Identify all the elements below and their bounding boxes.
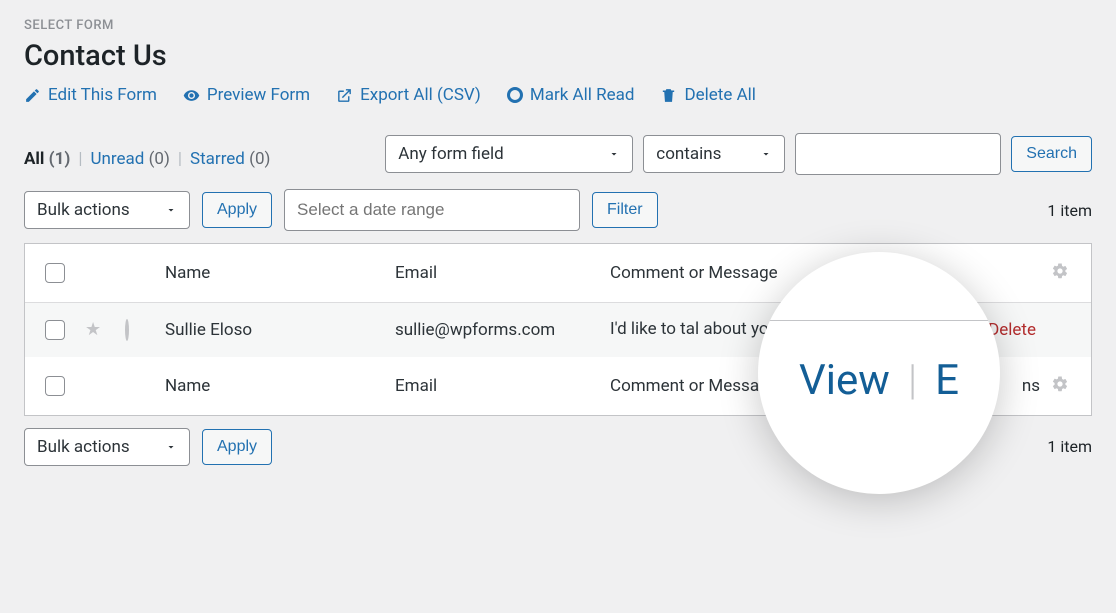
row-action-delete[interactable]: Delete: [988, 320, 1036, 340]
status-unread-count: (0): [149, 149, 170, 169]
bulk-actions-select-bottom[interactable]: Bulk actions: [24, 428, 190, 466]
magnified-view-link[interactable]: View: [799, 356, 890, 405]
page-title: Contact Us: [24, 39, 1092, 73]
cell-email: sullie@wpforms.com: [395, 320, 610, 340]
status-starred-count: (0): [249, 149, 270, 169]
star-icon[interactable]: ★: [85, 319, 101, 340]
cell-name: Sullie Eloso: [165, 320, 395, 340]
circle-icon: [507, 87, 523, 103]
action-links-bar: Edit This Form Preview Form Export All (…: [24, 85, 1092, 105]
status-unread-label: Unread: [90, 149, 144, 169]
apply-button-bottom[interactable]: Apply: [202, 429, 272, 465]
filter-button[interactable]: Filter: [592, 192, 658, 228]
chevron-down-icon: [760, 148, 772, 160]
status-unread[interactable]: Unread (0): [90, 149, 169, 169]
delete-all-link[interactable]: Delete All: [660, 85, 755, 105]
magnifier-overlay: View | E: [758, 252, 1000, 494]
edit-form-label: Edit This Form: [48, 85, 157, 105]
select-all-checkbox-bottom[interactable]: [45, 376, 65, 396]
select-all-checkbox-top[interactable]: [45, 263, 65, 283]
export-all-link[interactable]: Export All (CSV): [336, 85, 481, 105]
eye-icon: [183, 87, 200, 104]
preview-form-label: Preview Form: [207, 85, 310, 105]
date-range-input[interactable]: [284, 189, 580, 231]
bulk-actions-select-top[interactable]: Bulk actions: [24, 191, 190, 229]
gear-icon: [1051, 262, 1069, 280]
gear-icon: [1051, 375, 1069, 393]
export-icon: [336, 87, 353, 104]
field-select[interactable]: Any form field: [385, 135, 633, 173]
search-value-input[interactable]: [795, 133, 1001, 175]
items-count-bottom: 1 item: [1047, 437, 1092, 456]
gear-icon-bottom[interactable]: [1040, 375, 1080, 397]
status-all-count: (1): [49, 149, 71, 169]
apply-button-top[interactable]: Apply: [202, 192, 272, 228]
magnifier-divider: [758, 320, 1000, 321]
chevron-down-icon: [165, 204, 177, 216]
select-form-label: SELECT FORM: [24, 18, 1092, 33]
magnified-sep: |: [908, 356, 917, 405]
items-count-top: 1 item: [1047, 201, 1092, 220]
read-status-icon[interactable]: [125, 319, 129, 341]
search-button[interactable]: Search: [1011, 136, 1092, 172]
status-sep-1: |: [78, 149, 82, 169]
col-email-foot[interactable]: Email: [395, 376, 610, 396]
col-name-foot[interactable]: Name: [165, 376, 395, 396]
operator-select[interactable]: contains: [643, 135, 785, 173]
filter-row-1: All (1) | Unread (0) | Starred (0) Any f…: [24, 133, 1092, 175]
status-sep-2: |: [178, 149, 182, 169]
col-email[interactable]: Email: [395, 263, 610, 283]
operator-select-value: contains: [656, 144, 721, 164]
col-name[interactable]: Name: [165, 263, 395, 283]
chevron-down-icon: [165, 441, 177, 453]
mark-all-read-link[interactable]: Mark All Read: [507, 85, 635, 105]
bulk-actions-value-bottom: Bulk actions: [37, 437, 130, 457]
export-all-label: Export All (CSV): [360, 85, 481, 105]
filter-row-2: Bulk actions Apply Filter 1 item: [24, 189, 1092, 231]
row-checkbox[interactable]: [45, 320, 65, 340]
chevron-down-icon: [608, 148, 620, 160]
pencil-icon: [24, 87, 41, 104]
trash-icon: [660, 87, 677, 104]
delete-all-label: Delete All: [684, 85, 755, 105]
magnified-edit-link-partial[interactable]: E: [935, 356, 959, 405]
status-starred-label: Starred: [190, 149, 245, 169]
mark-all-read-label: Mark All Read: [530, 85, 635, 105]
status-all[interactable]: All (1): [24, 149, 70, 169]
status-starred[interactable]: Starred (0): [190, 149, 270, 169]
status-all-label: All: [24, 149, 44, 169]
bulk-actions-value-top: Bulk actions: [37, 200, 130, 220]
preview-form-link[interactable]: Preview Form: [183, 85, 310, 105]
status-filters: All (1) | Unread (0) | Starred (0): [24, 139, 270, 169]
gear-icon-top[interactable]: [1040, 262, 1080, 284]
edit-form-link[interactable]: Edit This Form: [24, 85, 157, 105]
field-select-value: Any form field: [398, 144, 503, 164]
